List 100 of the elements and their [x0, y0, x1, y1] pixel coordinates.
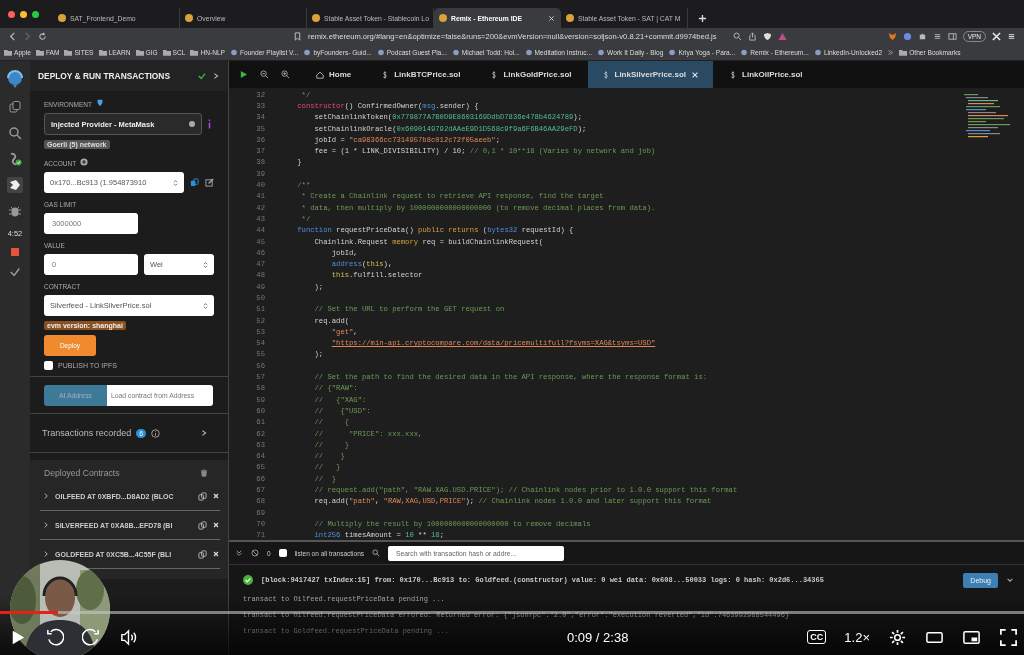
copy-icon[interactable]	[198, 491, 207, 501]
time-display: 0:09 / 2:38	[566, 629, 629, 645]
home-icon	[316, 70, 324, 79]
reload-icon[interactable]	[38, 32, 47, 41]
info-icon[interactable]	[151, 428, 161, 438]
edit-icon[interactable]	[205, 178, 214, 187]
close-icon[interactable]	[691, 70, 700, 79]
site-icon	[668, 49, 677, 56]
captions-button[interactable]: CC	[807, 630, 827, 644]
editor-tab[interactable]: LinkBTCPrice.sol	[367, 61, 475, 88]
editor-tab[interactable]: Home	[302, 61, 366, 88]
maximize-window-icon[interactable]	[32, 10, 39, 18]
deploy-icon	[8, 178, 22, 192]
copy-icon[interactable]	[190, 178, 199, 187]
fox-icon[interactable]	[887, 32, 897, 41]
more-bookmarks-icon[interactable]	[887, 49, 895, 56]
updown-icon	[203, 260, 208, 269]
speed-button[interactable]: 1.2×	[844, 629, 870, 645]
chevron-down-icon[interactable]	[1006, 576, 1014, 584]
file-icon	[729, 70, 738, 79]
site-icon	[312, 14, 320, 22]
editor-tab[interactable]: LinkGoldPrice.sol	[476, 61, 586, 88]
sidebar-tab[interactable]	[7, 177, 23, 193]
minimize-window-icon[interactable]	[20, 10, 27, 18]
clear-icon[interactable]	[251, 549, 259, 557]
publish-checkbox[interactable]	[44, 361, 53, 370]
rewind-icon[interactable]	[45, 627, 64, 647]
site-icon	[597, 49, 606, 56]
share-icon[interactable]	[747, 32, 757, 41]
close-icon[interactable]	[212, 521, 220, 529]
folder-icon	[35, 49, 44, 56]
dot-icon	[189, 121, 195, 127]
search-icon[interactable]	[372, 549, 380, 557]
plug-icon	[96, 99, 105, 107]
sidebar-tab[interactable]	[7, 99, 23, 115]
chevron-right-icon[interactable]	[212, 72, 220, 80]
back-icon[interactable]	[8, 32, 17, 41]
files-icon	[8, 100, 22, 114]
bookmark-icon[interactable]	[293, 32, 302, 41]
menu-icon[interactable]	[1007, 32, 1016, 41]
file-icon	[601, 70, 610, 79]
zoom-out-icon[interactable]	[260, 70, 269, 79]
site-icon	[303, 49, 312, 56]
volume-icon[interactable]	[119, 627, 138, 647]
fullscreen-icon[interactable]	[999, 627, 1018, 647]
folder-icon	[64, 49, 73, 56]
zoom-in-icon[interactable]	[281, 70, 290, 79]
sidebar-tab[interactable]	[7, 125, 23, 141]
success-icon	[243, 575, 253, 585]
run-icon[interactable]	[239, 70, 248, 79]
folder-icon	[190, 49, 199, 56]
close-icon[interactable]	[212, 492, 220, 500]
settings-icon[interactable]	[888, 627, 907, 647]
site-icon	[376, 49, 385, 56]
folder-icon	[4, 49, 12, 56]
plus-icon[interactable]	[698, 14, 707, 23]
compiler-icon	[8, 152, 22, 166]
shield-icon[interactable]	[762, 32, 772, 41]
trash-icon[interactable]	[200, 469, 208, 477]
section-title[interactable]: Transactions recorded	[42, 428, 132, 438]
site-icon	[185, 14, 193, 22]
site-icon	[58, 14, 66, 22]
bug-icon	[8, 204, 22, 218]
close-icon[interactable]	[212, 550, 220, 558]
folder-icon	[162, 49, 171, 56]
listen-checkbox[interactable]	[278, 549, 287, 557]
panel-title: DEPLOY & RUN TRANSACTIONS	[38, 71, 171, 81]
plus-icon[interactable]	[80, 158, 89, 166]
close-window-icon[interactable]	[8, 10, 15, 18]
site-icon	[566, 14, 574, 22]
collapse-icon[interactable]	[235, 549, 243, 557]
folder-icon	[98, 49, 107, 56]
chevron-right-icon[interactable]	[42, 492, 50, 500]
site-icon	[813, 49, 822, 56]
updown-icon	[203, 301, 208, 310]
search-icon[interactable]	[732, 32, 742, 41]
chevron-right-icon[interactable]	[42, 550, 50, 558]
list-icon[interactable]	[932, 32, 942, 41]
sidebar-icon[interactable]	[947, 32, 957, 41]
editor-tab[interactable]: LinkSilverPrice.sol	[587, 61, 714, 88]
folder-icon	[135, 49, 144, 56]
site-icon	[439, 14, 447, 22]
info-icon[interactable]	[208, 119, 211, 129]
site-icon	[740, 49, 749, 56]
file-icon	[381, 70, 390, 79]
logo-icon[interactable]	[5, 69, 25, 89]
site-icon	[524, 49, 533, 56]
search-icon	[8, 126, 22, 140]
folder-icon	[899, 49, 908, 56]
chevron-right-icon[interactable]	[200, 429, 208, 437]
editor-tab[interactable]: LinkOilPrice.sol	[715, 61, 817, 88]
updown-icon	[173, 178, 178, 187]
fast-forward-icon[interactable]	[82, 627, 101, 647]
site-icon	[229, 49, 238, 56]
check-icon[interactable]	[9, 266, 21, 278]
copy-icon[interactable]	[198, 520, 207, 530]
close-icon[interactable]	[548, 14, 555, 22]
chevron-right-icon[interactable]	[42, 521, 50, 529]
triangle-icon[interactable]	[777, 32, 787, 41]
copy-icon[interactable]	[198, 549, 207, 559]
